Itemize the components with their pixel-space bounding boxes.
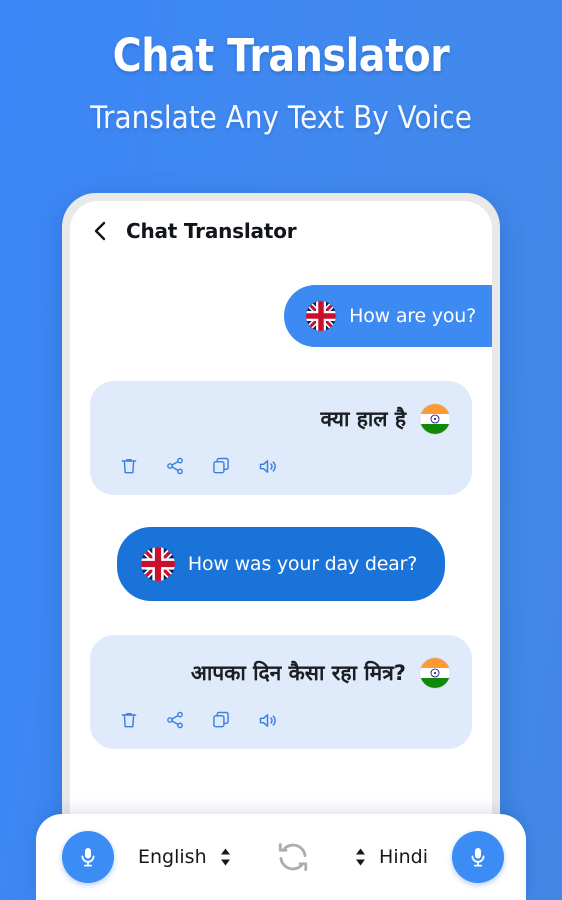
mic-button-target[interactable] (452, 831, 504, 883)
message-row-source: How was your day dear? (70, 527, 492, 601)
target-text-row: क्या हाल है (112, 399, 450, 439)
promo-banner: Chat Translator Translate Any Text By Vo… (0, 0, 562, 134)
message-bubble-target[interactable]: क्या हाल है (90, 381, 472, 495)
swap-languages-icon[interactable] (276, 840, 310, 874)
source-language-label: English (138, 846, 207, 868)
message-row-source: How are you? (70, 285, 492, 347)
message-text: How are you? (349, 305, 476, 327)
copy-icon[interactable] (210, 455, 232, 477)
message-text: आपका दिन कैसा रहा मित्र? (190, 661, 406, 685)
message-row-target: आपका दिन कैसा रहा मित्र? (70, 635, 492, 749)
microphone-icon (471, 848, 485, 867)
phone-mockup: Chat Translator How are you? क्या हाल है… (62, 193, 500, 873)
promo-subtitle: Translate Any Text By Voice (90, 100, 472, 136)
share-icon[interactable] (164, 455, 186, 477)
message-actions (112, 709, 450, 737)
message-text: क्या हाल है (320, 407, 406, 431)
mic-button-source[interactable] (62, 831, 114, 883)
source-language-selector[interactable]: English (138, 846, 232, 868)
delete-icon[interactable] (118, 709, 140, 731)
up-down-arrows-icon[interactable] (354, 847, 367, 867)
message-bubble-source[interactable]: How was your day dear? (116, 527, 446, 601)
target-text-row: आपका दिन कैसा रहा मित्र? (112, 653, 450, 693)
copy-icon[interactable] (210, 709, 232, 731)
language-control-bar: English Hindi (36, 814, 526, 900)
message-bubble-source[interactable]: How are you? (284, 285, 492, 347)
uk-flag-icon (140, 547, 175, 581)
microphone-icon (81, 848, 95, 867)
share-icon[interactable] (164, 709, 186, 731)
uk-flag-icon (306, 301, 337, 331)
target-language-selector[interactable]: Hindi (354, 846, 428, 868)
message-text: How was your day dear? (187, 553, 418, 575)
speaker-icon[interactable] (256, 455, 278, 477)
india-flag-icon (420, 404, 450, 434)
swap-languages-container (232, 840, 354, 874)
delete-icon[interactable] (118, 455, 140, 477)
chat-thread: How are you? क्या हाल है How was your da… (70, 261, 492, 749)
india-flag-icon (420, 658, 450, 688)
app-header: Chat Translator (70, 201, 492, 261)
chevron-left-icon[interactable] (90, 219, 110, 243)
up-down-arrows-icon[interactable] (219, 847, 232, 867)
target-language-label: Hindi (379, 846, 428, 868)
phone-screen: Chat Translator How are you? क्या हाल है… (70, 201, 492, 873)
message-row-target: क्या हाल है (70, 381, 492, 495)
message-actions (112, 455, 450, 483)
promo-title: Chat Translator (112, 29, 450, 82)
app-title: Chat Translator (126, 219, 297, 243)
message-bubble-target[interactable]: आपका दिन कैसा रहा मित्र? (90, 635, 472, 749)
speaker-icon[interactable] (256, 709, 278, 731)
